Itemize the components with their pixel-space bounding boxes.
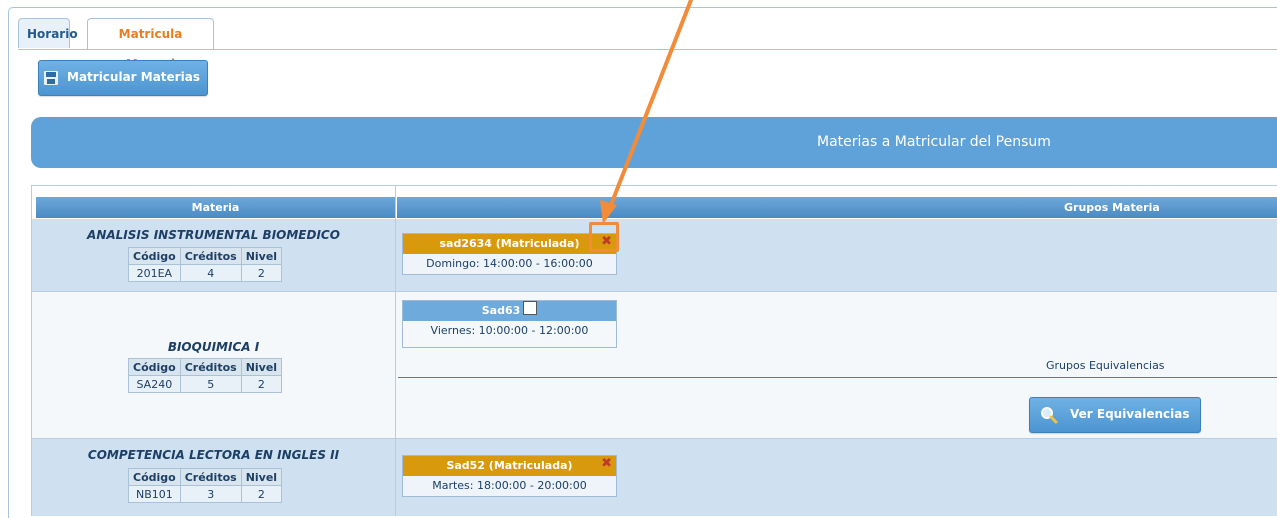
- matricular-materias-label: Matricular Materias: [67, 70, 200, 84]
- codigo-value: NB101: [128, 485, 181, 503]
- materia-info-table: Código Créditos Nivel 201EA 4 2: [128, 247, 283, 282]
- group-card: sad2634 (Matriculada) ✖ Domingo: 14:00:0…: [402, 233, 617, 275]
- header-materia: Materia: [36, 197, 395, 218]
- group-card: Sad63 Viernes: 10:00:00 - 12:00:00: [402, 300, 617, 348]
- ver-equivalencias-button[interactable]: Ver Equivalencias: [1029, 397, 1201, 433]
- group-header: Sad52 (Matriculada) ✖: [403, 456, 616, 476]
- save-icon: [44, 71, 58, 85]
- group-header: sad2634 (Matriculada) ✖: [403, 234, 616, 254]
- col-nivel: Nivel: [240, 247, 283, 265]
- nivel-value: 2: [240, 375, 283, 393]
- group-header: Sad63: [403, 301, 616, 321]
- materia-name: ANALISIS INSTRUMENTAL BIOMEDICO: [87, 228, 340, 242]
- group-schedule: Viernes: 10:00:00 - 12:00:00: [403, 321, 616, 347]
- col-codigo: Código: [128, 247, 181, 265]
- col-creditos: Créditos: [179, 358, 242, 376]
- materia-name: BIOQUIMICA I: [167, 340, 260, 354]
- creditos-value: 3: [179, 485, 242, 503]
- pensum-banner: Materias a Matricular del Pensum: [31, 117, 1277, 168]
- group-schedule: Domingo: 14:00:00 - 16:00:00: [426, 257, 593, 270]
- banner-title: Materias a Matricular del Pensum: [817, 134, 1051, 150]
- matricular-materias-button[interactable]: Matricular Materias: [38, 60, 208, 96]
- tab-horario[interactable]: Horario: [18, 18, 78, 48]
- tab-divider: [18, 49, 1277, 50]
- col-nivel: Nivel: [240, 468, 283, 486]
- col-creditos: Créditos: [179, 247, 242, 265]
- column-divider: [395, 186, 396, 516]
- materia-name: COMPETENCIA LECTORA EN INGLES II: [87, 448, 340, 462]
- row-divider: [32, 291, 1277, 292]
- creditos-value: 5: [179, 375, 242, 393]
- row-divider: [32, 438, 1277, 439]
- col-creditos: Créditos: [179, 468, 242, 486]
- tab-matricula-manual[interactable]: Matricula Manual: [87, 18, 214, 71]
- materias-grid: Materia Grupos Materia ANALISIS INSTRUME…: [31, 185, 1277, 516]
- materia-info-table: Código Créditos Nivel NB101 3 2: [128, 468, 283, 503]
- group-title: Sad63: [481, 304, 521, 317]
- equivalencias-divider: [398, 377, 1277, 378]
- nivel-value: 2: [240, 264, 283, 282]
- col-nivel: Nivel: [240, 358, 283, 376]
- highlight-box: [589, 222, 619, 252]
- ver-equivalencias-label: Ver Equivalencias: [1070, 407, 1190, 421]
- col-codigo: Código: [128, 468, 181, 486]
- nivel-value: 2: [240, 485, 283, 503]
- codigo-value: SA240: [128, 375, 181, 393]
- materia-info-table: Código Créditos Nivel SA240 5 2: [128, 358, 283, 393]
- creditos-value: 4: [179, 264, 242, 282]
- group-schedule: Martes: 18:00:00 - 20:00:00: [432, 479, 587, 492]
- header-grupos-materia: Grupos Materia: [397, 197, 1277, 218]
- codigo-value: 201EA: [128, 264, 181, 282]
- grupos-equivalencias-label: Grupos Equivalencias: [1046, 359, 1165, 372]
- select-group-checkbox[interactable]: [523, 301, 538, 315]
- group-title: sad2634 (Matriculada): [439, 237, 580, 250]
- group-title: Sad52 (Matriculada): [446, 459, 573, 472]
- header-grupos-label: Grupos Materia: [1064, 201, 1160, 214]
- magnifier-icon: [1041, 407, 1058, 424]
- group-card: Sad52 (Matriculada) ✖ Martes: 18:00:00 -…: [402, 455, 617, 497]
- col-codigo: Código: [128, 358, 181, 376]
- remove-group-icon[interactable]: ✖: [601, 454, 612, 474]
